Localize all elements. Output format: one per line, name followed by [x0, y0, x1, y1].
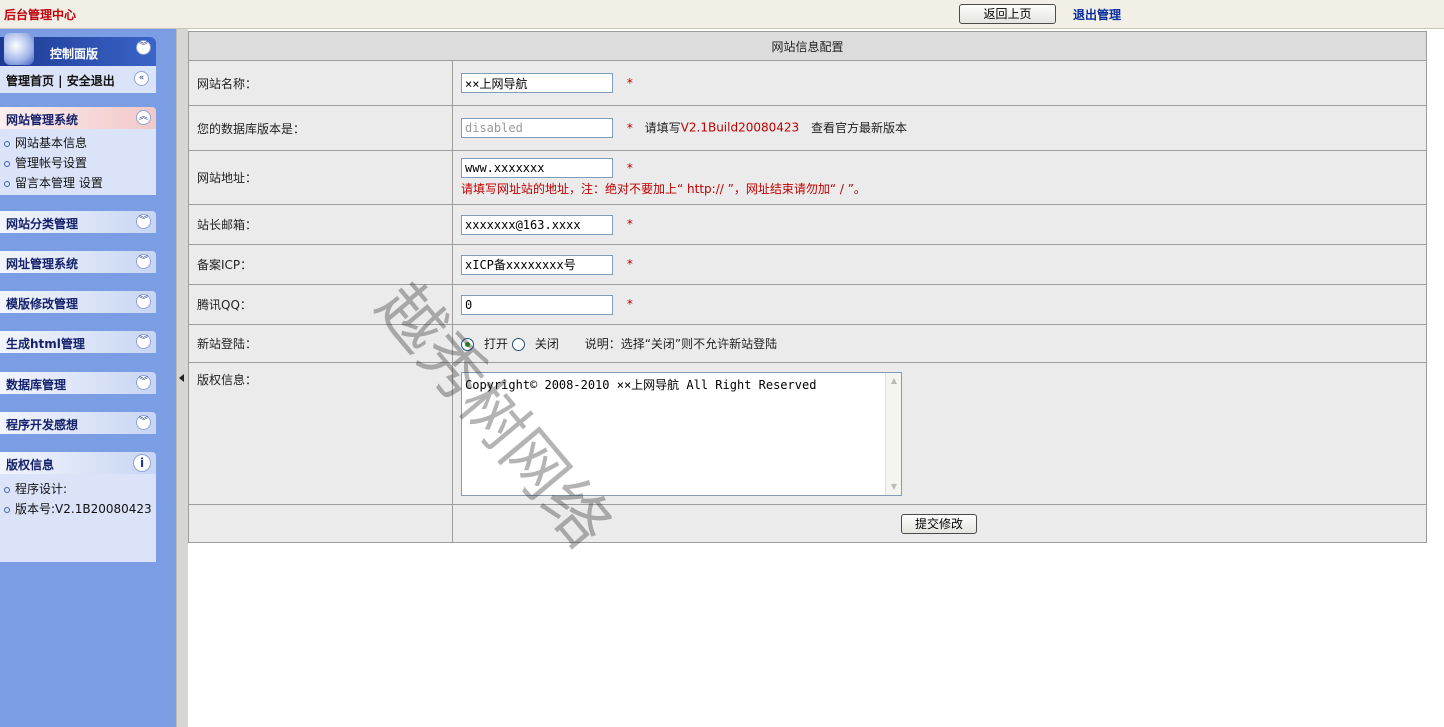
copyright-title: 版权信息: [6, 458, 55, 472]
empty-cell: [188, 504, 453, 543]
control-panel-links[interactable]: 管理首页 | 安全退出: [6, 72, 115, 89]
email-input[interactable]: [461, 214, 613, 235]
sidebar-section-database[interactable]: 数据库管理 ︾: [0, 372, 156, 394]
chevron-down-icon[interactable]: ︾: [136, 375, 151, 390]
config-form-table: 网站信息配置 网站名称： * 您的数据库版本是： * 请填写V2.1Build2…: [188, 31, 1427, 543]
sidebar-item-account[interactable]: 管理帐号设置: [4, 154, 87, 171]
control-panel-logo-icon: [4, 33, 34, 65]
table-row: 提交修改: [188, 504, 1427, 543]
db-version-label: 您的数据库版本是：: [188, 105, 453, 151]
scroll-down-icon[interactable]: ▼: [886, 479, 902, 495]
sidebar-copyright-header: 版权信息 i: [0, 452, 156, 474]
list-item: 程序设计:: [4, 480, 67, 497]
collapse-arrow-icon[interactable]: [179, 374, 184, 382]
bullet-icon: [4, 140, 10, 147]
chevron-down-icon[interactable]: ︾: [136, 254, 151, 269]
new-site-login-note: 说明：选择“关闭”则不允许新站登陆: [584, 337, 778, 351]
section-title: 模版修改管理: [6, 297, 79, 311]
form-heading: 网站信息配置: [188, 31, 1427, 61]
chevron-down-icon[interactable]: ︾: [136, 294, 151, 309]
site-url-input[interactable]: [461, 158, 613, 178]
chevron-down-icon[interactable]: ︾: [136, 415, 151, 430]
scroll-up-icon[interactable]: ▲: [886, 373, 902, 389]
sidebar-splitter[interactable]: [176, 29, 188, 727]
section-title: 数据库管理: [6, 378, 67, 392]
table-row: 备案ICP： *: [188, 244, 1427, 285]
close-radio[interactable]: [511, 338, 525, 351]
sidebar-item-site-info[interactable]: 网站基本信息: [4, 134, 87, 151]
db-version-hint-version: V2.1Build20080423: [680, 120, 800, 135]
table-row: 腾讯QQ： *: [188, 284, 1427, 325]
close-radio-label: 关闭: [534, 337, 559, 351]
copyright-textarea[interactable]: Copyright© 2008-2010 ××上网导航 All Right Re…: [461, 371, 902, 496]
back-button[interactable]: 返回上页: [959, 4, 1056, 24]
site-name-label: 网站名称：: [188, 60, 453, 106]
new-site-login-label: 新站登陆：: [188, 324, 453, 363]
table-row: 您的数据库版本是： * 请填写V2.1Build20080423 查看官方最新版…: [188, 105, 1427, 151]
site-admin-title: 网站管理系统: [6, 113, 79, 127]
required-mark: *: [626, 217, 633, 231]
control-panel-title: 控制面版: [50, 47, 99, 61]
required-mark: *: [626, 160, 633, 175]
sidebar-section-url[interactable]: 网址管理系统 ︾: [0, 251, 156, 273]
required-mark: *: [626, 257, 633, 271]
required-mark: *: [626, 75, 633, 90]
table-row: 网站地址： * 请填写网址站的地址，注：绝对不要加上“ http:// ”，网址…: [188, 150, 1427, 205]
qq-label: 腾讯QQ：: [188, 284, 453, 325]
chevron-left-icon[interactable]: «: [134, 71, 149, 86]
site-name-input[interactable]: [461, 73, 613, 93]
bullet-icon: [4, 506, 10, 513]
db-version-hint-prefix: 请填写: [644, 120, 681, 135]
section-title: 生成html管理: [6, 337, 85, 351]
control-panel-body: 管理首页 | 安全退出 «: [0, 66, 156, 93]
table-row: 站长邮箱： *: [188, 204, 1427, 245]
chevron-up-icon[interactable]: ︽: [136, 110, 151, 125]
site-admin-header[interactable]: 网站管理系统 ︽: [0, 107, 156, 129]
bullet-icon: [4, 486, 10, 493]
sidebar-section-html[interactable]: 生成html管理 ︾: [0, 331, 156, 353]
bullet-icon: [4, 180, 10, 187]
email-label: 站长邮箱：: [188, 204, 453, 245]
site-url-note: 请填写网址站的地址，注：绝对不要加上“ http:// ”，网址结束请勿加“ /…: [461, 182, 866, 196]
required-mark: *: [626, 120, 633, 135]
textarea-scrollbar[interactable]: ▲ ▼: [885, 372, 902, 495]
open-radio[interactable]: [461, 338, 474, 351]
site-admin-body: 网站基本信息 管理帐号设置 留言本管理 设置: [0, 129, 156, 195]
check-latest-version-link[interactable]: 查看官方最新版本: [811, 121, 907, 135]
chevron-down-icon[interactable]: ︾: [136, 40, 151, 55]
table-row: 新站登陆： 打开 关闭 说明：选择“关闭”则不允许新站登陆: [188, 324, 1427, 363]
section-title: 程序开发感想: [6, 418, 79, 432]
top-bar: 后台管理中心 返回上页 退出管理: [0, 0, 1444, 29]
site-url-label: 网站地址：: [188, 150, 453, 205]
copyright-textarea-wrap: Copyright© 2008-2010 ××上网导航 All Right Re…: [461, 371, 902, 496]
chevron-down-icon[interactable]: ︾: [136, 214, 151, 229]
main-content: 网站信息配置 网站名称： * 您的数据库版本是： * 请填写V2.1Build2…: [188, 29, 1444, 727]
db-version-input: [461, 118, 613, 138]
section-title: 网站分类管理: [6, 217, 79, 231]
app-title: 后台管理中心: [4, 8, 77, 22]
section-title: 网址管理系统: [6, 257, 79, 271]
sidebar-section-template[interactable]: 模版修改管理 ︾: [0, 291, 156, 313]
logout-link[interactable]: 退出管理: [1073, 6, 1121, 23]
table-row: 版权信息： Copyright© 2008-2010 ××上网导航 All Ri…: [188, 362, 1427, 505]
sidebar-section-category[interactable]: 网站分类管理 ︾: [0, 211, 156, 233]
sidebar-item-guestbook[interactable]: 留言本管理 设置: [4, 174, 103, 191]
chevron-down-icon[interactable]: ︾: [136, 334, 151, 349]
sidebar-copyright-body: 程序设计: 版本号:V2.1B20080423: [0, 474, 156, 562]
icp-label: 备案ICP：: [188, 244, 453, 285]
required-mark: *: [626, 297, 633, 311]
icp-input[interactable]: [461, 254, 613, 275]
sidebar-section-dev[interactable]: 程序开发感想 ︾: [0, 412, 156, 434]
control-panel-header[interactable]: 控制面版 ︾: [0, 33, 156, 66]
list-item: 版本号:V2.1B20080423: [4, 500, 152, 517]
submit-button[interactable]: 提交修改: [901, 513, 977, 534]
copyright-label: 版权信息：: [188, 362, 453, 505]
open-radio-label: 打开: [484, 337, 509, 351]
table-row: 网站名称： *: [188, 60, 1427, 106]
qq-input[interactable]: [461, 294, 613, 315]
info-icon: i: [133, 454, 151, 472]
bullet-icon: [4, 160, 10, 167]
